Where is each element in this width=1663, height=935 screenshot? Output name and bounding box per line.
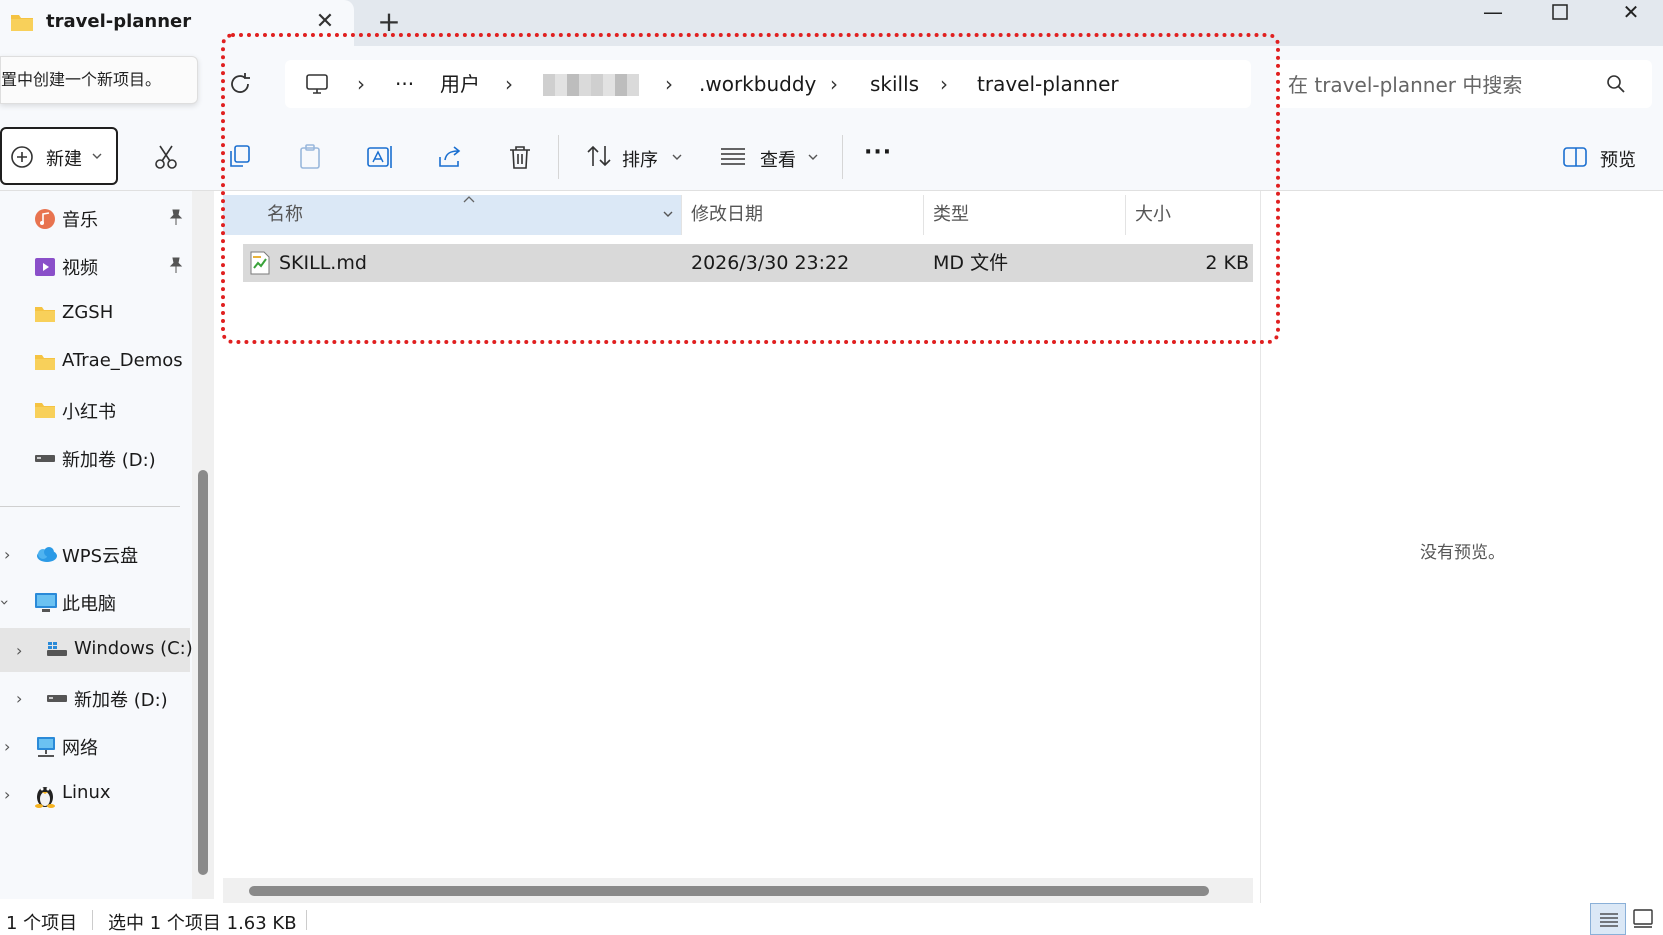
sidebar-item-drive-d-tree[interactable]: › 新加卷 (D:) (0, 676, 190, 720)
details-view-icon (1600, 913, 1618, 927)
sidebar-item-label: Linux (62, 782, 111, 803)
new-button-label: 新建 (46, 149, 82, 170)
windows-drive-icon (47, 642, 67, 656)
chevron-right-icon[interactable]: › (4, 737, 10, 756)
maximize-button[interactable] (1532, 0, 1588, 28)
chevron-down-icon (92, 153, 102, 159)
sidebar-item-label: 此电脑 (62, 594, 116, 615)
sidebar-item-linux[interactable]: › Linux (0, 772, 190, 816)
horizontal-scrollbar-thumb[interactable] (249, 886, 1209, 896)
close-button[interactable]: ✕ (1603, 0, 1659, 28)
pin-icon[interactable] (168, 208, 184, 226)
no-preview-text: 没有预览。 (1420, 543, 1505, 563)
linux-icon (35, 787, 55, 808)
sidebar-item-videos[interactable]: 视频 (0, 244, 190, 288)
sidebar-divider (0, 506, 180, 507)
minimize-button[interactable]: — (1465, 0, 1521, 28)
chevron-right-icon[interactable]: › (16, 689, 22, 708)
sidebar-item-label: 网络 (62, 738, 98, 759)
status-selection: 选中 1 个项目 1.63 KB (108, 913, 297, 934)
sidebar-item-drive-d[interactable]: 新加卷 (D:) (0, 436, 190, 480)
video-icon (35, 258, 55, 276)
highlight-annotation (221, 33, 1280, 344)
sidebar-item-windows-c[interactable]: › Windows (C:) (0, 628, 193, 672)
sidebar-item-xiaohongshu[interactable]: 小红书 (0, 388, 190, 432)
sidebar-item-zgsh[interactable]: ZGSH (0, 292, 190, 336)
maximize-icon (1552, 4, 1568, 20)
sidebar-item-label: 新加卷 (D:) (62, 450, 156, 471)
network-icon (37, 737, 55, 757)
folder-icon (35, 307, 55, 322)
sidebar-item-music[interactable]: 音乐 (0, 196, 190, 240)
large-icons-view-icon[interactable] (1632, 908, 1654, 930)
drive-icon (35, 455, 55, 462)
sidebar-item-network[interactable]: › 网络 (0, 724, 190, 768)
pin-icon[interactable] (168, 256, 184, 274)
search-input[interactable] (1286, 60, 1600, 110)
tab-close-icon[interactable]: ✕ (312, 9, 338, 35)
sidebar-item-wps-cloud[interactable]: › WPS云盘 (0, 532, 190, 576)
search-box[interactable] (1276, 60, 1652, 110)
sidebar-scrollbar-thumb[interactable] (198, 470, 208, 875)
new-tab-icon[interactable]: + (376, 8, 402, 36)
drive-icon (47, 695, 67, 702)
sidebar-item-label: 视频 (62, 258, 98, 279)
sidebar-item-this-pc[interactable]: › 此电脑 (0, 580, 190, 624)
computer-icon (35, 593, 57, 612)
music-icon (35, 209, 55, 229)
sidebar-item-label: ATrae_Demos (62, 350, 183, 371)
cloud-icon (37, 547, 57, 562)
folder-icon (35, 355, 55, 370)
new-button[interactable]: 新建 (0, 127, 118, 185)
status-item-count: 1 个项目 (6, 913, 78, 934)
sidebar-item-label: 音乐 (62, 210, 98, 231)
tooltip: 置中创建一个新项目。 (0, 56, 198, 104)
folder-icon (11, 15, 33, 31)
tab-title: travel-planner (46, 11, 192, 32)
preview-pane-button[interactable]: 预览 (1562, 140, 1652, 174)
chevron-down-icon[interactable]: › (0, 599, 15, 605)
sidebar-item-label: 小红书 (62, 402, 116, 423)
sidebar-item-label: ZGSH (62, 302, 114, 323)
chevron-right-icon[interactable]: › (16, 641, 22, 660)
sidebar-item-label: WPS云盘 (62, 546, 139, 567)
chevron-right-icon[interactable]: › (4, 785, 10, 804)
folder-icon (35, 403, 55, 418)
sidebar-item-atrae-demos[interactable]: ATrae_Demos (0, 340, 190, 384)
preview-pane-icon (1563, 147, 1587, 167)
cut-icon[interactable] (152, 143, 180, 171)
sidebar-item-label: Windows (C:) (74, 638, 193, 659)
details-view-button[interactable] (1590, 903, 1626, 935)
status-divider (92, 910, 93, 930)
plus-circle-icon (11, 146, 33, 168)
sidebar-item-label: 新加卷 (D:) (74, 690, 168, 711)
search-icon[interactable] (1606, 74, 1626, 94)
status-divider (306, 910, 307, 930)
preview-label: 预览 (1600, 150, 1636, 171)
chevron-right-icon[interactable]: › (4, 545, 10, 564)
